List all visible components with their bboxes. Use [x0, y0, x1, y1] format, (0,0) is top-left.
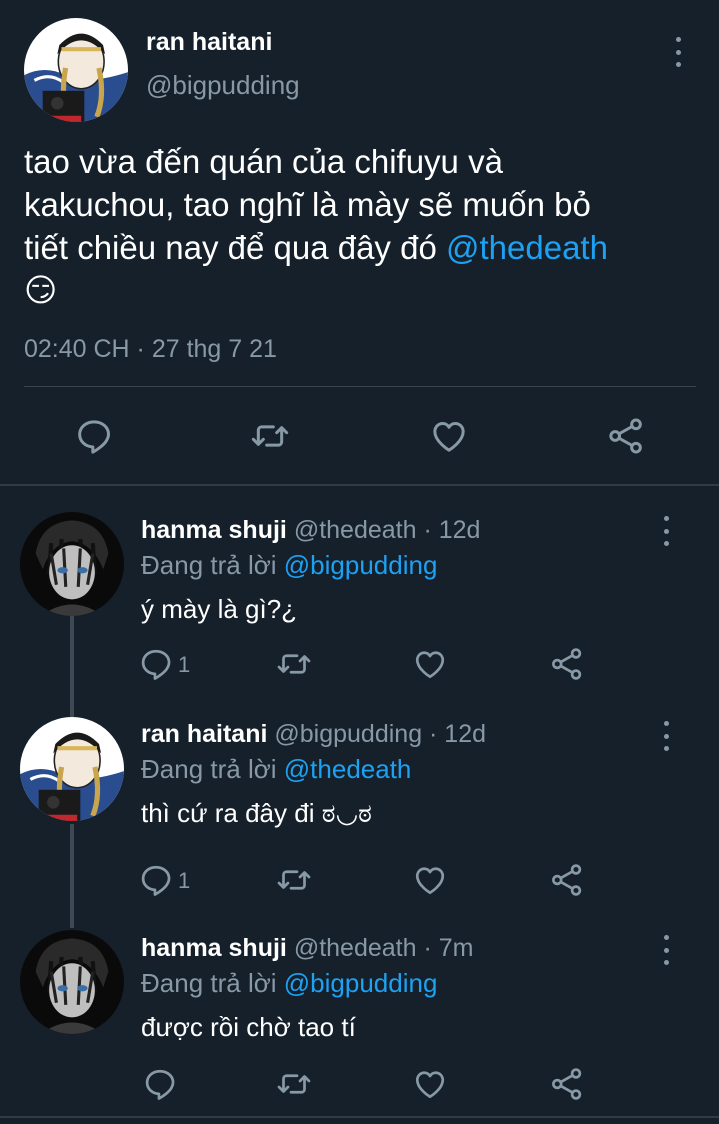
replying-prefix: Đang trả lời: [141, 754, 284, 784]
reply-header: hanma shuji @thedeath · 7m: [141, 934, 473, 963]
reply-button[interactable]: [134, 858, 178, 902]
share-button[interactable]: [545, 642, 589, 686]
thread-line: [70, 824, 74, 928]
share-icon: [549, 862, 585, 898]
retweet-icon: [276, 646, 312, 682]
share-icon: [549, 646, 585, 682]
reply-text: được rồi chờ tao tí: [141, 1012, 356, 1042]
mention-link[interactable]: @thedeath: [446, 229, 608, 266]
reply-handle-time: @thedeath · 7m: [293, 934, 474, 962]
share-button[interactable]: [545, 858, 589, 902]
reply-header: hanma shuji @thedeath · 12d: [141, 516, 480, 545]
retweet-icon: [276, 862, 312, 898]
reply-button[interactable]: [138, 1062, 182, 1106]
retweet-button[interactable]: [272, 642, 316, 686]
reply-icon: [142, 1066, 178, 1102]
tweet-text-line: tao vừa đến quán của chifuyu và: [24, 143, 503, 180]
like-button[interactable]: [408, 858, 452, 902]
more-options-icon[interactable]: [656, 935, 676, 965]
replying-to-mention[interactable]: @bigpudding: [284, 550, 438, 580]
more-options-icon[interactable]: [656, 721, 676, 751]
emoji: 😏: [24, 272, 58, 308]
reply-display-name[interactable]: hanma shuji: [141, 516, 287, 544]
retweet-button[interactable]: [248, 414, 292, 458]
reply-header: ran haitani @bigpudding · 12d: [141, 720, 486, 749]
replying-to: Đang trả lời @bigpudding: [141, 968, 437, 999]
retweet-button[interactable]: [272, 858, 316, 902]
reply-count: 1: [178, 868, 191, 893]
divider: [24, 386, 696, 387]
retweet-icon: [276, 1066, 312, 1102]
share-icon: [606, 416, 646, 456]
like-button[interactable]: [408, 1062, 452, 1106]
section-divider: [0, 1116, 719, 1118]
like-icon: [429, 416, 469, 456]
replying-to: Đang trả lời @bigpudding: [141, 550, 437, 581]
like-icon: [412, 1066, 448, 1102]
avatar[interactable]: [20, 717, 124, 821]
share-icon: [549, 1066, 585, 1102]
reply-button[interactable]: [72, 414, 116, 458]
more-options-icon[interactable]: [668, 37, 688, 67]
replying-prefix: Đang trả lời: [141, 968, 284, 998]
tweet-text-line: tiết chiều nay để qua đây đó @thedeath: [24, 226, 704, 269]
tweet-text-line: kakuchou, tao nghĩ là mày sẽ muốn bỏ: [24, 186, 591, 223]
section-divider: [0, 484, 719, 486]
reply-display-name[interactable]: hanma shuji: [141, 934, 287, 962]
reply-count: 1: [178, 652, 191, 677]
more-options-icon[interactable]: [656, 516, 676, 546]
tweet-text-segment: tiết chiều nay để qua đây đó: [24, 229, 446, 266]
author-display-name[interactable]: ran haitani: [146, 28, 272, 57]
reply-text: ý mày là gì?¿: [141, 594, 298, 624]
retweet-button[interactable]: [272, 1062, 316, 1106]
replying-to-mention[interactable]: @bigpudding: [284, 968, 438, 998]
avatar[interactable]: [20, 512, 124, 616]
like-button[interactable]: [427, 414, 471, 458]
share-button[interactable]: [604, 414, 648, 458]
reply-display-name[interactable]: ran haitani: [141, 720, 267, 748]
retweet-icon: [250, 416, 290, 456]
like-icon: [412, 646, 448, 682]
tweet-timestamp: 02:40 CH · 27 thg 7 21: [24, 335, 277, 363]
avatar[interactable]: [24, 18, 128, 122]
reply-handle-time: @thedeath · 12d: [293, 516, 481, 544]
author-handle[interactable]: @bigpudding: [146, 70, 300, 101]
replying-to: Đang trả lời @thedeath: [141, 754, 411, 785]
reply-icon: [138, 862, 174, 898]
reply-icon: [138, 646, 174, 682]
replying-prefix: Đang trả lời: [141, 550, 284, 580]
avatar[interactable]: [20, 930, 124, 1034]
share-button[interactable]: [545, 1062, 589, 1106]
tweet-text: tao vừa đến quán của chifuyu và kakuchou…: [24, 140, 704, 312]
reply-text: thì cứ ra đây đi ಠ◡ಠ: [141, 798, 372, 828]
replying-to-mention[interactable]: @thedeath: [284, 754, 412, 784]
like-button[interactable]: [408, 642, 452, 686]
like-icon: [412, 862, 448, 898]
reply-handle-time: @bigpudding · 12d: [274, 720, 487, 748]
reply-button[interactable]: [134, 642, 178, 686]
reply-icon: [74, 416, 114, 456]
thread-line: [70, 616, 74, 720]
